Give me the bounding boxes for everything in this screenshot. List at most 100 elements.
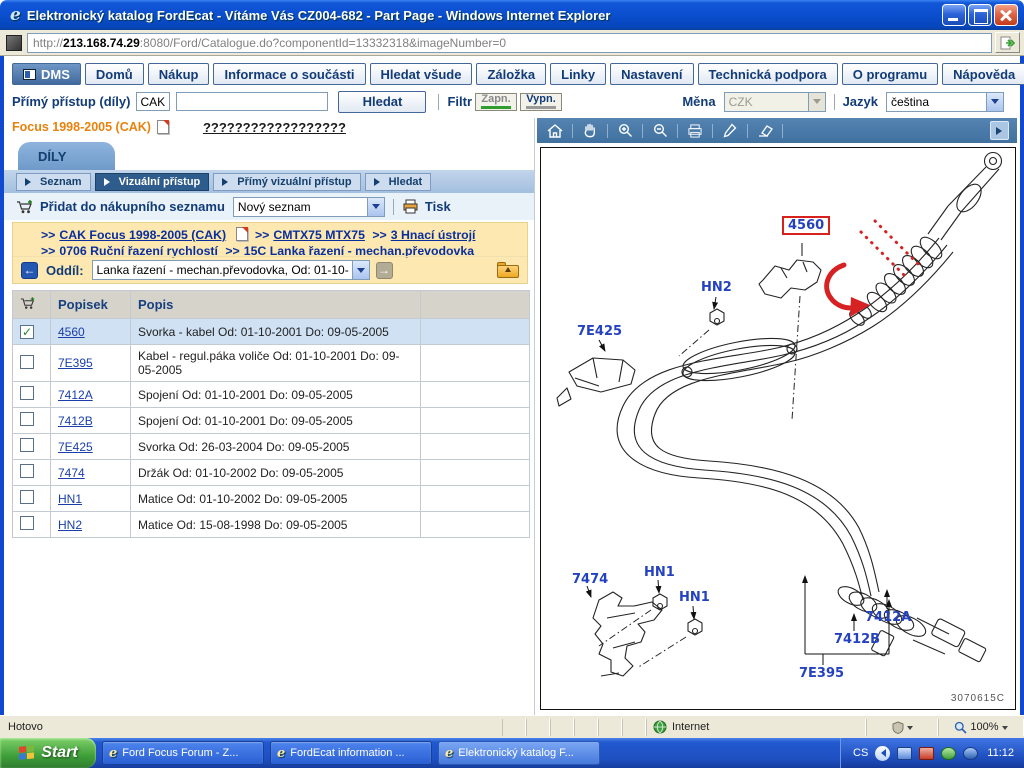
chevron-down-icon (986, 93, 1003, 111)
row-checkbox[interactable] (20, 355, 34, 369)
part-description: Spojení Od: 01-10-2001 Do: 09-05-2005 (131, 382, 421, 408)
row-checkbox[interactable] (20, 490, 34, 504)
go-button[interactable] (995, 32, 1020, 53)
page-zoom-button[interactable]: 100% (938, 719, 1024, 736)
zoom-out-icon[interactable] (650, 122, 670, 140)
breadcrumb-link[interactable]: CAK Focus 1998-2005 (CAK) (59, 228, 226, 242)
taskbar-task-2[interactable]: e FordEcat information ... (270, 741, 432, 765)
column-header-code: Popisek (51, 291, 131, 319)
language-select[interactable]: čeština (886, 92, 1004, 112)
window-border-right (1020, 56, 1024, 715)
part-search-input[interactable] (176, 92, 328, 111)
previous-section-button[interactable]: ← (21, 262, 38, 279)
row-checkbox[interactable] (20, 438, 34, 452)
part-code-link[interactable]: 7E395 (58, 356, 93, 370)
document-icon[interactable] (157, 120, 169, 134)
alert-icon[interactable] (919, 747, 934, 760)
breadcrumb-link[interactable]: CMTX75 MTX75 (273, 228, 365, 242)
pan-hand-icon[interactable] (580, 122, 600, 140)
divider (834, 94, 835, 110)
nav-dms-button[interactable]: DMS (12, 63, 81, 85)
part-code-link[interactable]: HN1 (58, 492, 82, 506)
row-checkbox[interactable] (20, 412, 34, 426)
diagram-label-7474[interactable]: 7474 (572, 572, 608, 587)
filter-off-button[interactable]: Vypn. (520, 93, 562, 111)
draw-pencil-icon[interactable] (720, 122, 740, 140)
search-button[interactable]: Hledat (338, 91, 426, 113)
add-to-list-label[interactable]: Přidat do nákupního seznamu (40, 199, 225, 214)
update-icon[interactable] (941, 747, 956, 760)
row-checkbox[interactable] (20, 386, 34, 400)
close-button[interactable] (994, 4, 1018, 26)
part-code-link[interactable]: 4560 (58, 325, 85, 339)
taskbar-task-3[interactable]: e Elektronický katalog F... (438, 741, 600, 765)
section-label: Oddíl: (46, 263, 84, 278)
print-image-icon[interactable] (685, 122, 705, 140)
nav-home-button[interactable]: Domů (85, 63, 144, 85)
catalogue-code-input[interactable] (136, 92, 170, 111)
nav-links-button[interactable]: Linky (550, 63, 606, 85)
part-code-link[interactable]: 7412B (58, 414, 93, 428)
nav-help-button[interactable]: Nápověda (942, 63, 1024, 85)
network-icon[interactable] (897, 747, 912, 760)
eraser-icon[interactable] (755, 122, 775, 140)
help-icon[interactable] (963, 747, 978, 760)
part-code-link[interactable]: 7474 (58, 466, 85, 480)
diagram-label-hn1b[interactable]: HN1 (679, 590, 710, 605)
language-indicator[interactable]: CS (853, 747, 868, 759)
ie-icon: e (277, 746, 285, 761)
part-code-link[interactable]: 7412A (58, 388, 93, 402)
home-icon[interactable] (545, 122, 565, 140)
table-row: HN2 Matice Od: 15-08-1998 Do: 09-05-2005 (13, 512, 530, 538)
address-input[interactable]: http://213.168.74.29:8080/Ford/Catalogue… (27, 33, 992, 53)
nav-about-button[interactable]: O programu (842, 63, 938, 85)
diagram-label-4560[interactable]: 4560 (782, 216, 830, 235)
tab-search[interactable]: Hledat (365, 173, 432, 191)
breadcrumb: >>CAK Focus 1998-2005 (CAK) >>CMTX75 MTX… (13, 223, 527, 259)
taskbar-task-1[interactable]: e Ford Focus Forum - Z... (102, 741, 264, 765)
zoom-in-icon[interactable] (615, 122, 635, 140)
browser-window: e Elektronický katalog FordEcat - Vítáme… (0, 0, 1024, 768)
tab-direct-visual-access[interactable]: Přímý vizuální přístup (213, 173, 360, 191)
phishing-filter-button[interactable] (866, 719, 938, 736)
row-checkbox[interactable]: ✓ (20, 325, 34, 339)
section-select[interactable]: Lanka řazení - mechan.převodovka, Od: 01… (92, 260, 370, 280)
nav-search-all-button[interactable]: Hledat všude (370, 63, 473, 85)
part-code-link[interactable]: HN2 (58, 518, 82, 532)
tab-parts[interactable]: DÍLY (18, 142, 115, 170)
row-checkbox[interactable] (20, 516, 34, 530)
print-label[interactable]: Tisk (425, 199, 451, 214)
expand-panel-button[interactable] (990, 121, 1009, 140)
part-code-link[interactable]: 7E425 (58, 440, 93, 454)
diagram-label-7e395[interactable]: 7E395 (799, 666, 844, 681)
nav-bookmark-button[interactable]: Záložka (476, 63, 546, 85)
next-section-button[interactable]: → (376, 262, 393, 279)
nav-purchase-button[interactable]: Nákup (148, 63, 210, 85)
maximize-button[interactable] (968, 4, 992, 26)
diagram-label-hn1[interactable]: HN1 (644, 565, 675, 580)
unknown-link[interactable]: ?????????????????? (203, 120, 346, 135)
diagram-label-7412b[interactable]: 7412B (834, 632, 880, 647)
shopping-list-select[interactable]: Nový seznam (233, 197, 385, 217)
folder-up-icon[interactable] (497, 262, 519, 278)
nav-support-button[interactable]: Technická podpora (698, 63, 838, 85)
start-button[interactable]: Start (0, 738, 96, 768)
filter-off-label: Vypn. (526, 94, 556, 105)
filter-on-button[interactable]: Zapn. (475, 93, 517, 111)
row-checkbox[interactable] (20, 464, 34, 478)
tab-visual-access[interactable]: Vizuální přístup (95, 173, 210, 191)
nav-settings-button[interactable]: Nastavení (610, 63, 693, 85)
nav-part-info-button[interactable]: Informace o součásti (213, 63, 365, 85)
url-rest: :8080/Ford/Catalogue.do?componentId=1333… (140, 36, 506, 50)
internet-globe-icon (653, 720, 667, 734)
diagram-label-7e425[interactable]: 7E425 (577, 324, 622, 339)
minimize-button[interactable] (942, 4, 966, 26)
breadcrumb-link[interactable]: 3 Hnací ústrojí (391, 228, 476, 242)
diagram-label-hn2[interactable]: HN2 (701, 280, 732, 295)
currency-select: CZK (724, 92, 826, 112)
diagram-label-7412a[interactable]: 7412A (865, 610, 911, 625)
parts-diagram[interactable]: 4560 HN2 7E425 7474 HN1 HN1 7412A 7412B … (540, 147, 1016, 710)
column-header-desc: Popis (131, 291, 421, 319)
tray-collapse-button[interactable] (875, 746, 890, 761)
tab-list[interactable]: Seznam (16, 173, 91, 191)
